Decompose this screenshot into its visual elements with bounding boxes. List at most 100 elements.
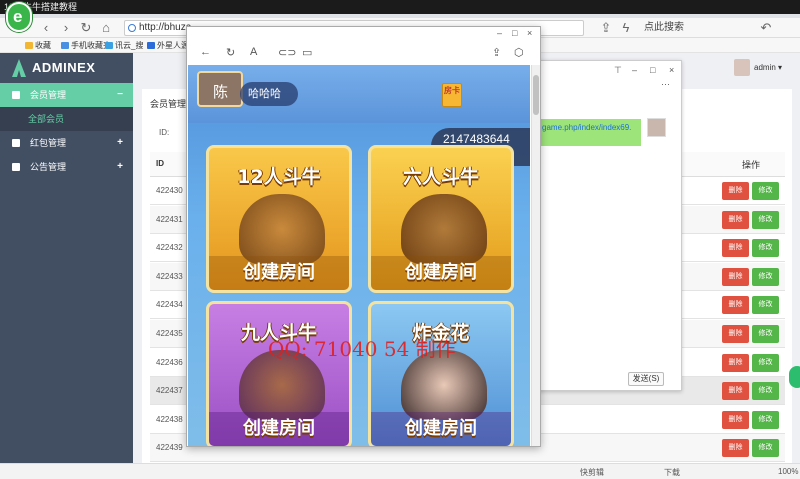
bookmark-item[interactable]: 讯云_搜	[104, 39, 143, 52]
alien-icon	[147, 42, 155, 49]
room-card-icon[interactable]: 房卡	[442, 83, 462, 107]
home-icon[interactable]: ⌂	[98, 20, 114, 36]
refresh-icon[interactable]: ↻	[226, 46, 235, 59]
sidebar-item-all-members[interactable]: 全部会员	[0, 107, 133, 131]
edit-button[interactable]: 修改	[752, 210, 779, 229]
bookmark-item[interactable]: 外星人源	[146, 39, 189, 52]
phone-icon	[61, 42, 69, 49]
back-icon[interactable]: ←	[200, 46, 211, 58]
edit-button[interactable]: 修改	[752, 296, 779, 315]
quick-edit-label[interactable]: 快剪辑	[580, 467, 604, 478]
avatar-text: 陈	[213, 84, 229, 101]
maximize-icon[interactable]: □	[512, 28, 517, 38]
edit-button[interactable]: 修改	[752, 182, 779, 200]
bull-mascot-icon	[401, 194, 487, 264]
expand-icon[interactable]: +	[117, 155, 123, 179]
delete-button[interactable]: 删除	[722, 382, 749, 401]
chat-avatar	[647, 118, 666, 137]
more-icon[interactable]: ···	[661, 79, 670, 89]
game-card-zhajinhua[interactable]: 炸金花 创建房间	[368, 301, 514, 446]
edit-button[interactable]: 修改	[752, 382, 779, 401]
member-id: 422433	[156, 271, 183, 281]
delete-button[interactable]: 删除	[722, 325, 749, 343]
game-card-title: 六人斗牛	[402, 166, 479, 188]
download-label[interactable]: 下载	[664, 467, 680, 478]
delete-button[interactable]: 删除	[722, 353, 749, 372]
window-icon[interactable]: ▭	[302, 46, 312, 59]
watermark-text: QQ: 71040 54 制作	[268, 337, 456, 361]
sidebar-item-notices[interactable]: 公告管理 +	[0, 155, 133, 179]
delete-button[interactable]: 删除	[722, 410, 749, 429]
create-room-button[interactable]: 创建房间	[371, 256, 511, 290]
share-icon[interactable]: ⇪	[598, 20, 614, 36]
create-room-button[interactable]: 创建房间	[209, 412, 349, 446]
lightning-icon[interactable]: ϟ	[618, 20, 634, 36]
delete-button[interactable]: 删除	[722, 239, 749, 258]
app-logo-icon: e	[6, 2, 32, 32]
send-button[interactable]: 发送(S)	[628, 372, 664, 386]
sidebar-item-red-packets[interactable]: 红包管理 +	[0, 131, 133, 155]
expand-icon[interactable]: +	[117, 131, 123, 155]
chat-message: game.php/index/index69.	[538, 119, 641, 146]
delete-button[interactable]: 删除	[722, 267, 749, 286]
member-id: 422434	[156, 300, 183, 310]
window-title: 12人牛牛搭建教程	[0, 0, 800, 14]
collapse-icon[interactable]: −	[117, 83, 123, 107]
zoom-level[interactable]: 100%	[778, 467, 798, 476]
member-id: 422430	[156, 186, 183, 195]
game-card-9-niuniu[interactable]: 九人斗牛 创建房间	[206, 301, 352, 446]
edit-button[interactable]: 修改	[752, 410, 779, 429]
id-filter-label: ID:	[159, 128, 170, 137]
chat-window: ⊤ – □ × ···	[530, 60, 682, 391]
edit-button[interactable]: 修改	[752, 267, 779, 286]
sidebar-item-members[interactable]: 会员管理 −	[0, 83, 133, 107]
menu-label: 会员管理	[30, 90, 67, 100]
member-id: 422435	[156, 329, 183, 338]
maximize-icon[interactable]: □	[650, 65, 655, 75]
book-icon	[12, 139, 20, 147]
bookmark-item[interactable]: 收藏	[24, 39, 51, 52]
player-avatar[interactable]: 陈	[197, 71, 243, 107]
minimize-icon[interactable]: –	[632, 65, 637, 75]
assistant-bubble-icon[interactable]	[789, 366, 800, 388]
cube-icon[interactable]: ⬡	[514, 46, 524, 59]
user-menu[interactable]: admin ▾	[734, 59, 794, 77]
search-input[interactable]: 点此搜索	[640, 20, 750, 36]
pin-icon[interactable]: ⊤	[614, 65, 622, 76]
link-icon[interactable]: ⊂⊃	[278, 46, 296, 59]
back-icon[interactable]: ‹	[38, 20, 54, 36]
menu-label: 公告管理	[30, 162, 67, 172]
edit-button[interactable]: 修改	[752, 353, 779, 372]
column-actions: 操作	[742, 160, 761, 170]
panel-title: 会员管理	[150, 99, 187, 109]
create-room-button[interactable]: 创建房间	[209, 256, 349, 290]
status-bar: 快剪辑 下载 100%	[0, 463, 800, 479]
member-id: 422438	[156, 414, 183, 424]
bookmark-label: 外星人源	[157, 41, 189, 50]
undo-icon[interactable]: ↶	[758, 20, 774, 36]
admin-sidebar: ADMINEX 会员管理 − 全部会员 红包管理 + 公告管理 +	[0, 53, 133, 463]
edit-button[interactable]: 修改	[752, 325, 779, 343]
font-icon[interactable]: A	[250, 46, 257, 58]
forward-icon[interactable]: ›	[58, 20, 74, 36]
avatar	[734, 59, 750, 76]
menu-label: 红包管理	[30, 138, 67, 148]
delete-button[interactable]: 删除	[722, 296, 749, 315]
game-card-12-niuniu[interactable]: 12人斗牛 创建房间	[206, 145, 352, 293]
edit-button[interactable]: 修改	[752, 239, 779, 258]
close-icon[interactable]: ×	[669, 65, 674, 75]
game-screen: 陈 哈哈哈 房卡 2147483644 张 12人斗牛 创建房间 六人斗牛 创建…	[188, 65, 530, 446]
delete-button[interactable]: 删除	[722, 182, 749, 200]
book-icon	[12, 163, 20, 171]
close-icon[interactable]: ×	[527, 28, 532, 38]
delete-button[interactable]: 删除	[722, 439, 749, 458]
create-room-button[interactable]: 创建房间	[371, 412, 511, 446]
minimize-icon[interactable]: –	[497, 28, 502, 38]
popup-scrollbar[interactable]	[531, 65, 540, 446]
share-icon[interactable]: ⇪	[492, 46, 501, 59]
delete-button[interactable]: 删除	[722, 210, 749, 229]
scroll-thumb[interactable]	[533, 75, 539, 115]
refresh-icon[interactable]: ↻	[78, 20, 94, 36]
game-card-6-niuniu[interactable]: 六人斗牛 创建房间	[368, 145, 514, 293]
edit-button[interactable]: 修改	[752, 439, 779, 458]
